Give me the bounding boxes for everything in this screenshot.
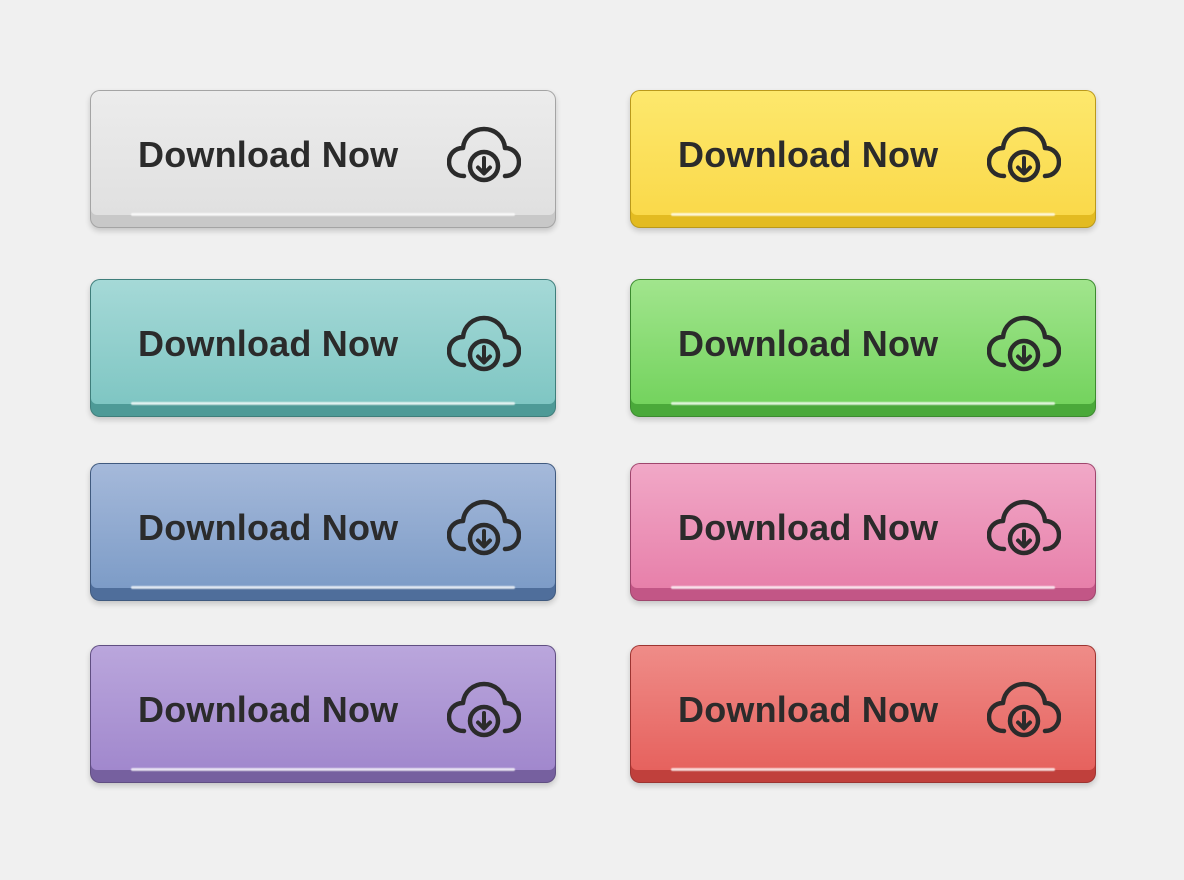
cloud-download-icon: [987, 499, 1061, 557]
download-now-button-pink[interactable]: Download Now: [630, 463, 1096, 601]
cloud-download-icon: [987, 681, 1061, 739]
button-label: Download Now: [678, 689, 939, 730]
download-now-button-blue[interactable]: Download Now: [90, 463, 556, 601]
download-now-button-red[interactable]: Download Now: [630, 645, 1096, 783]
button-highlight: [131, 402, 515, 405]
button-highlight: [131, 586, 515, 589]
button-label: Download Now: [678, 507, 939, 548]
button-label: Download Now: [138, 134, 399, 175]
cloud-download-icon: [447, 681, 521, 739]
button-highlight: [131, 213, 515, 216]
download-now-button-gray[interactable]: Download Now: [90, 90, 556, 228]
download-now-button-teal[interactable]: Download Now: [90, 279, 556, 417]
download-now-button-yellow[interactable]: Download Now: [630, 90, 1096, 228]
button-label: Download Now: [138, 507, 399, 548]
button-label: Download Now: [138, 323, 399, 364]
cloud-download-icon: [987, 315, 1061, 373]
cloud-download-icon: [447, 126, 521, 184]
cloud-download-icon: [987, 126, 1061, 184]
button-label: Download Now: [678, 134, 939, 175]
button-highlight: [671, 213, 1055, 216]
cloud-download-icon: [447, 315, 521, 373]
cloud-download-icon: [447, 499, 521, 557]
button-label: Download Now: [678, 323, 939, 364]
download-now-button-purple[interactable]: Download Now: [90, 645, 556, 783]
download-now-button-green[interactable]: Download Now: [630, 279, 1096, 417]
button-highlight: [131, 768, 515, 771]
button-highlight: [671, 586, 1055, 589]
button-highlight: [671, 402, 1055, 405]
button-label: Download Now: [138, 689, 399, 730]
button-highlight: [671, 768, 1055, 771]
